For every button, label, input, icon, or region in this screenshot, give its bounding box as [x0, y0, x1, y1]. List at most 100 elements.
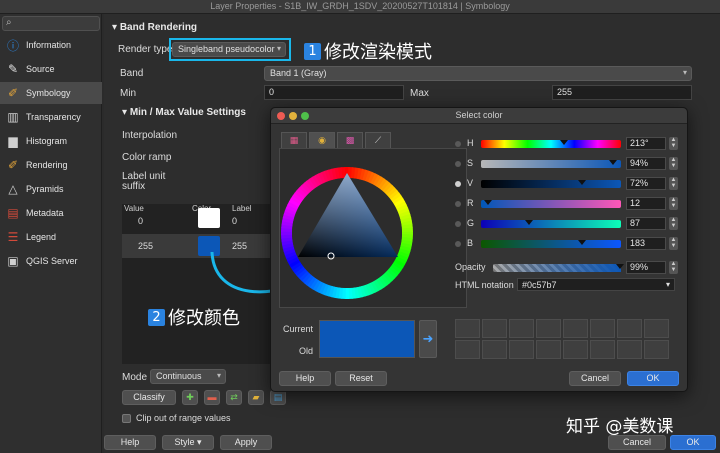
dialog-cancel-button[interactable]: Cancel	[569, 371, 621, 386]
spin-arrows-icon[interactable]: ▲ ▼	[669, 157, 678, 170]
style-button[interactable]: Style ▾	[162, 435, 214, 450]
slider-thumb[interactable]	[524, 220, 533, 225]
tab-color-wheel[interactable]: ◉	[309, 132, 335, 148]
slider-thumb[interactable]	[615, 264, 624, 269]
classify-button[interactable]: Classify	[122, 390, 176, 405]
channel-input[interactable]: 72%	[626, 177, 666, 190]
sidebar-item-metadata[interactable]: ▤ Metadata	[0, 202, 102, 224]
sidebar-item-qgis-server[interactable]: ▣ QGIS Server	[0, 250, 102, 272]
channel-input[interactable]: 213°	[626, 137, 666, 150]
opacity-input[interactable]: 99%	[626, 261, 666, 274]
custom-swatch-slot[interactable]	[455, 340, 480, 359]
channel-input[interactable]: 87	[626, 217, 666, 230]
custom-swatch-slot[interactable]	[536, 340, 561, 359]
cancel-button[interactable]: Cancel	[608, 435, 666, 450]
slider-thumb[interactable]	[577, 240, 586, 245]
custom-swatch-slot[interactable]	[590, 319, 615, 338]
opacity-slider[interactable]	[493, 264, 624, 272]
slider-thumb[interactable]	[608, 160, 617, 165]
custom-swatch-slot[interactable]	[509, 340, 534, 359]
custom-swatch-slot[interactable]	[617, 340, 642, 359]
dialog-help-button[interactable]: Help	[279, 371, 331, 386]
sidebar-item-symbology[interactable]: ✐ Symbology	[0, 82, 102, 104]
channel-input[interactable]: 12	[626, 197, 666, 210]
custom-swatch-slot[interactable]	[563, 340, 588, 359]
custom-swatch-slot[interactable]	[644, 340, 669, 359]
channel-slider[interactable]	[481, 140, 621, 148]
column-header-value[interactable]: Value	[124, 204, 144, 216]
slider-thumb[interactable]	[559, 140, 568, 145]
tab-swatches[interactable]: ▩	[337, 132, 363, 148]
channel-radio[interactable]	[455, 161, 461, 167]
dialog-reset-button[interactable]: Reset	[335, 371, 387, 386]
custom-swatch-slot[interactable]	[509, 319, 534, 338]
channel-radio[interactable]	[455, 181, 461, 187]
add-class-icon[interactable]: ✚	[182, 390, 198, 405]
row-value[interactable]: 255	[138, 241, 153, 251]
max-input[interactable]: 255	[552, 85, 692, 100]
reverse-icon[interactable]: ⇄	[226, 390, 242, 405]
color-wheel[interactable]	[280, 149, 466, 307]
band-rendering-header[interactable]: ▾ Band Rendering	[112, 22, 197, 33]
channel-radio[interactable]	[455, 141, 461, 147]
custom-swatch-slot[interactable]	[617, 319, 642, 338]
color-wheel-area[interactable]	[279, 148, 467, 308]
load-folder-icon[interactable]: ▰	[248, 390, 264, 405]
sidebar-item-label: Metadata	[26, 208, 64, 218]
spin-arrows-icon[interactable]: ▲ ▼	[669, 197, 678, 210]
sidebar-item-pyramids[interactable]: △ Pyramids	[0, 178, 102, 200]
channel-input[interactable]: 183	[626, 237, 666, 250]
custom-swatch-slot[interactable]	[482, 340, 507, 359]
custom-swatch-slot[interactable]	[563, 319, 588, 338]
sidebar-item-histogram[interactable]: ▆ Histogram	[0, 130, 102, 152]
sidebar-search-input[interactable]: ⌕	[2, 16, 100, 31]
tab-color-ramp[interactable]: ▦	[281, 132, 307, 148]
spin-arrows-icon[interactable]: ▲ ▼	[669, 261, 678, 274]
custom-swatch-slot[interactable]	[590, 340, 615, 359]
add-to-swatches-arrow-icon[interactable]: ➜	[419, 320, 437, 358]
channel-slider[interactable]	[481, 160, 621, 168]
spin-arrows-icon[interactable]: ▲ ▼	[669, 177, 678, 190]
spin-arrows-icon[interactable]: ▲ ▼	[669, 237, 678, 250]
minmax-header[interactable]: ▾ Min / Max Value Settings	[122, 107, 246, 118]
channel-slider[interactable]	[481, 180, 621, 188]
channel-slider[interactable]	[481, 200, 621, 208]
spin-arrows-icon[interactable]: ▲ ▼	[669, 217, 678, 230]
wheel-icon: ◉	[318, 135, 326, 145]
sidebar-item-legend[interactable]: ☰ Legend	[0, 226, 102, 248]
channel-input[interactable]: 94%	[626, 157, 666, 170]
channel-radio[interactable]	[455, 221, 461, 227]
sidebar-item-source[interactable]: ✎ Source	[0, 58, 102, 80]
sidebar-item-information[interactable]: ⓘ Information	[0, 34, 102, 56]
tab-picker[interactable]: ⟋	[365, 132, 391, 148]
spin-arrows-icon[interactable]: ▲ ▼	[669, 137, 678, 150]
channel-radio[interactable]	[455, 241, 461, 247]
custom-swatch-slot[interactable]	[536, 319, 561, 338]
help-button[interactable]: Help	[104, 435, 156, 450]
band-select[interactable]: Band 1 (Gray) ▾	[264, 66, 692, 81]
save-icon[interactable]: ▤	[270, 390, 286, 405]
custom-swatch-slot[interactable]	[482, 319, 507, 338]
custom-swatch-slot[interactable]	[644, 319, 669, 338]
row-value[interactable]: 0	[138, 216, 143, 226]
watermark: 知乎 @美数课	[566, 417, 674, 437]
min-input[interactable]: 0	[264, 85, 404, 100]
mode-select[interactable]: Continuous ▾	[150, 369, 226, 384]
ok-button[interactable]: OK	[670, 435, 716, 450]
row-label[interactable]: 0	[232, 216, 237, 226]
color-swatch-white[interactable]	[198, 208, 220, 228]
slider-thumb[interactable]	[484, 200, 492, 205]
sidebar-item-rendering[interactable]: ✐ Rendering	[0, 154, 102, 176]
remove-class-icon[interactable]: ▬	[204, 390, 220, 405]
channel-slider[interactable]	[481, 220, 621, 228]
channel-radio[interactable]	[455, 201, 461, 207]
html-notation-input[interactable]: #0c57b7 ▾	[517, 278, 675, 291]
custom-swatch-slot[interactable]	[455, 319, 480, 338]
sidebar-item-transparency[interactable]: ▥ Transparency	[0, 106, 102, 128]
dialog-ok-button[interactable]: OK	[627, 371, 679, 386]
channel-slider[interactable]	[481, 240, 621, 248]
slider-thumb[interactable]	[577, 180, 586, 185]
clip-checkbox[interactable]	[122, 414, 131, 423]
column-header-label[interactable]: Label	[232, 204, 252, 216]
apply-button[interactable]: Apply	[220, 435, 272, 450]
